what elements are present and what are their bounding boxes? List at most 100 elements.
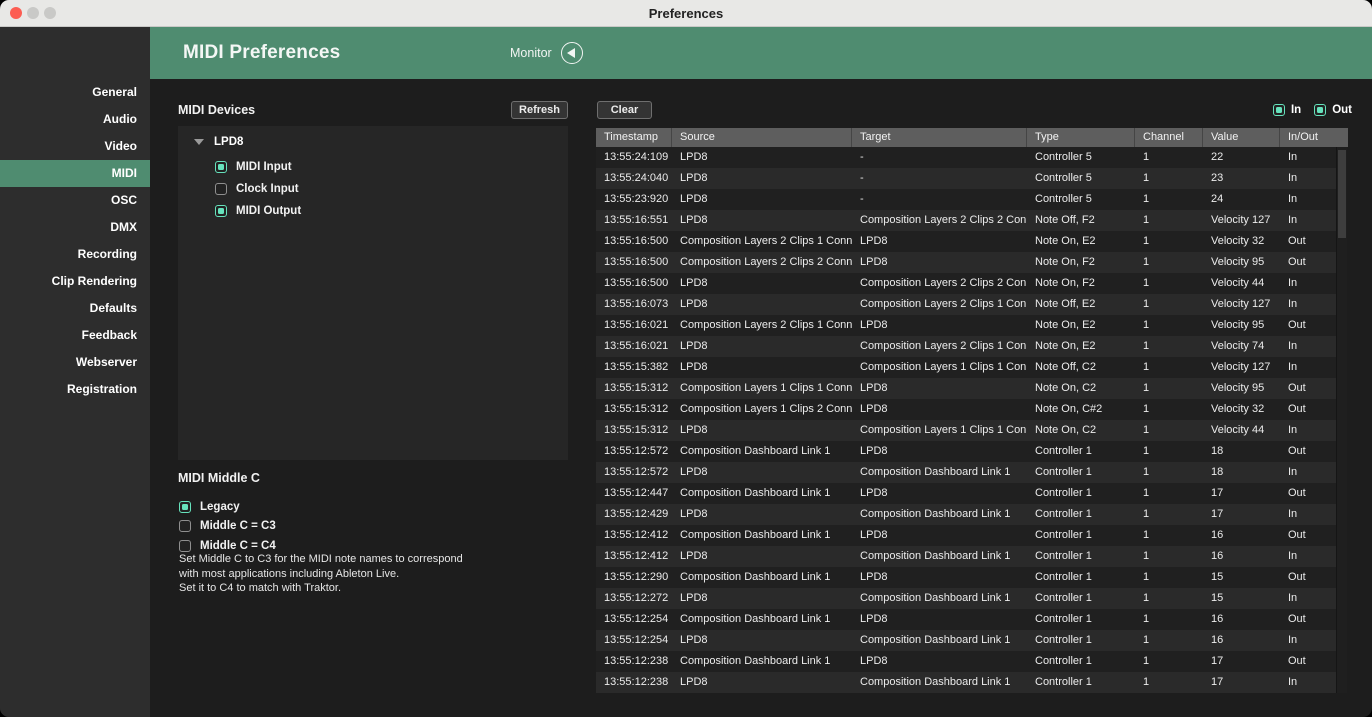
- clear-button[interactable]: Clear: [597, 101, 652, 119]
- cell-source: LPD8: [672, 588, 852, 609]
- sidebar-item-audio[interactable]: Audio: [0, 106, 150, 133]
- table-row[interactable]: 13:55:15:312Composition Layers 1 Clips 2…: [596, 399, 1336, 420]
- table-row[interactable]: 13:55:12:429LPD8Composition Dashboard Li…: [596, 504, 1336, 525]
- table-row[interactable]: 13:55:12:412Composition Dashboard Link 1…: [596, 525, 1336, 546]
- cell-timestamp: 13:55:15:312: [596, 420, 672, 441]
- cell-in-out: Out: [1280, 231, 1336, 252]
- vertical-scrollbar[interactable]: [1336, 147, 1347, 693]
- out-filter-checkbox[interactable]: [1314, 104, 1326, 116]
- refresh-button[interactable]: Refresh: [511, 101, 568, 119]
- cell-type: Controller 1: [1027, 651, 1135, 672]
- table-row[interactable]: 13:55:16:551LPD8Composition Layers 2 Cli…: [596, 210, 1336, 231]
- sidebar-item-registration[interactable]: Registration: [0, 376, 150, 403]
- table-row[interactable]: 13:55:12:290Composition Dashboard Link 1…: [596, 567, 1336, 588]
- middle-c-options: LegacyMiddle C = C3Middle C = C4: [179, 497, 276, 556]
- cell-target: Composition Layers 2 Clips 2 Connect: [852, 210, 1027, 231]
- table-row[interactable]: 13:55:15:382LPD8Composition Layers 1 Cli…: [596, 357, 1336, 378]
- table-row[interactable]: 13:55:24:040LPD8-Controller 5123In: [596, 168, 1336, 189]
- cell-timestamp: 13:55:12:572: [596, 462, 672, 483]
- column-header-timestamp[interactable]: Timestamp: [596, 128, 672, 147]
- cell-type: Controller 5: [1027, 168, 1135, 189]
- table-row[interactable]: 13:55:16:073LPD8Composition Layers 2 Cli…: [596, 294, 1336, 315]
- sidebar-item-recording[interactable]: Recording: [0, 241, 150, 268]
- table-row[interactable]: 13:55:15:312LPD8Composition Layers 1 Cli…: [596, 420, 1336, 441]
- table-row[interactable]: 13:55:16:500Composition Layers 2 Clips 2…: [596, 252, 1336, 273]
- table-row[interactable]: 13:55:12:254Composition Dashboard Link 1…: [596, 609, 1336, 630]
- table-row[interactable]: 13:55:16:021LPD8Composition Layers 2 Cli…: [596, 336, 1336, 357]
- column-header-type[interactable]: Type: [1027, 128, 1135, 147]
- cell-source: Composition Layers 1 Clips 2 Connect: [672, 399, 852, 420]
- middle-c-c3-checkbox[interactable]: [179, 520, 191, 532]
- scrollbar-thumb[interactable]: [1338, 150, 1346, 238]
- cell-in-out: Out: [1280, 399, 1336, 420]
- column-header-channel[interactable]: Channel: [1135, 128, 1203, 147]
- cell-timestamp: 13:55:16:021: [596, 315, 672, 336]
- table-row[interactable]: 13:55:24:109LPD8-Controller 5122In: [596, 147, 1336, 168]
- cell-target: Composition Layers 2 Clips 1 Connect: [852, 294, 1027, 315]
- table-row[interactable]: 13:55:15:312Composition Layers 1 Clips 1…: [596, 378, 1336, 399]
- column-header-source[interactable]: Source: [672, 128, 852, 147]
- cell-channel: 1: [1135, 399, 1203, 420]
- cell-in-out: Out: [1280, 651, 1336, 672]
- cell-source: LPD8: [672, 462, 852, 483]
- sidebar-item-midi[interactable]: MIDI: [0, 160, 150, 187]
- table-row[interactable]: 13:55:12:412LPD8Composition Dashboard Li…: [596, 546, 1336, 567]
- sidebar-item-general[interactable]: General: [0, 79, 150, 106]
- device-tree-row: LPD8: [194, 136, 568, 148]
- table-row[interactable]: 13:55:12:254LPD8Composition Dashboard Li…: [596, 630, 1336, 651]
- table-row[interactable]: 13:55:12:238Composition Dashboard Link 1…: [596, 651, 1336, 672]
- cell-timestamp: 13:55:15:312: [596, 399, 672, 420]
- table-row[interactable]: 13:55:12:572LPD8Composition Dashboard Li…: [596, 462, 1336, 483]
- cell-value: 17: [1203, 651, 1280, 672]
- cell-source: LPD8: [672, 630, 852, 651]
- table-row[interactable]: 13:55:16:500LPD8Composition Layers 2 Cli…: [596, 273, 1336, 294]
- option-label: MIDI Input: [236, 161, 292, 173]
- column-header-value[interactable]: Value: [1203, 128, 1280, 147]
- in-filter-checkbox[interactable]: [1273, 104, 1285, 116]
- sidebar-item-defaults[interactable]: Defaults: [0, 295, 150, 322]
- table-row[interactable]: 13:55:16:500Composition Layers 2 Clips 1…: [596, 231, 1336, 252]
- clock-input-checkbox[interactable]: [215, 183, 227, 195]
- cell-type: Controller 1: [1027, 504, 1135, 525]
- sidebar-item-video[interactable]: Video: [0, 133, 150, 160]
- column-header-in-out[interactable]: In/Out: [1280, 128, 1348, 147]
- table-row[interactable]: 13:55:12:447Composition Dashboard Link 1…: [596, 483, 1336, 504]
- cell-timestamp: 13:55:24:040: [596, 168, 672, 189]
- cell-target: Composition Layers 1 Clips 1 Connect: [852, 357, 1027, 378]
- legacy-checkbox[interactable]: [179, 501, 191, 513]
- sidebar-item-webserver[interactable]: Webserver: [0, 349, 150, 376]
- column-label: Timestamp: [604, 128, 658, 147]
- table-row[interactable]: 13:55:16:021Composition Layers 2 Clips 1…: [596, 315, 1336, 336]
- middle-c-c4-checkbox[interactable]: [179, 540, 191, 552]
- sidebar-item-clip-rendering[interactable]: Clip Rendering: [0, 268, 150, 295]
- column-label: Target: [860, 128, 891, 147]
- cell-type: Note On, E2: [1027, 336, 1135, 357]
- cell-timestamp: 13:55:12:272: [596, 588, 672, 609]
- sidebar-item-dmx[interactable]: DMX: [0, 214, 150, 241]
- filter-label: In: [1291, 104, 1301, 116]
- collapse-triangle-icon[interactable]: [194, 139, 204, 145]
- cell-source: LPD8: [672, 147, 852, 168]
- cell-timestamp: 13:55:12:447: [596, 483, 672, 504]
- cell-in-out: In: [1280, 546, 1336, 567]
- device-name: LPD8: [214, 136, 243, 148]
- cell-source: LPD8: [672, 420, 852, 441]
- cell-timestamp: 13:55:12:290: [596, 567, 672, 588]
- cell-channel: 1: [1135, 525, 1203, 546]
- table-row[interactable]: 13:55:12:272LPD8Composition Dashboard Li…: [596, 588, 1336, 609]
- sidebar-item-osc[interactable]: OSC: [0, 187, 150, 214]
- filter-in: In: [1273, 104, 1301, 116]
- table-row[interactable]: 13:55:12:572Composition Dashboard Link 1…: [596, 441, 1336, 462]
- table-row[interactable]: 13:55:23:920LPD8-Controller 5124In: [596, 189, 1336, 210]
- cell-source: Composition Dashboard Link 1: [672, 483, 852, 504]
- sidebar-item-feedback[interactable]: Feedback: [0, 322, 150, 349]
- midi-input-checkbox[interactable]: [215, 161, 227, 173]
- column-header-target[interactable]: Target: [852, 128, 1027, 147]
- table-row[interactable]: 13:55:12:238LPD8Composition Dashboard Li…: [596, 672, 1336, 693]
- cell-target: LPD8: [852, 567, 1027, 588]
- cell-timestamp: 13:55:16:021: [596, 336, 672, 357]
- monitor-collapse-button[interactable]: [561, 42, 583, 64]
- cell-target: Composition Dashboard Link 1: [852, 462, 1027, 483]
- midi-output-checkbox[interactable]: [215, 205, 227, 217]
- cell-channel: 1: [1135, 189, 1203, 210]
